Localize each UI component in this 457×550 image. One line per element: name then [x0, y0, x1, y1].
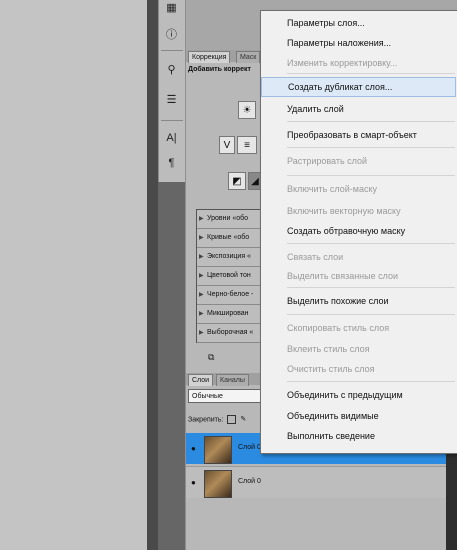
- menu-item: Растрировать слой: [287, 156, 368, 166]
- preset-label: Выборочная «: [207, 329, 254, 336]
- menu-separator: [287, 73, 455, 74]
- preset-label: Черно-белое -: [207, 291, 254, 298]
- tab-layers[interactable]: Слои: [188, 374, 214, 386]
- clipboard-icon[interactable]: ☰: [164, 92, 179, 107]
- toolstrip-empty: [158, 182, 185, 550]
- expand-triangle-icon: ▶: [199, 311, 204, 317]
- menu-item[interactable]: Удалить слой: [261, 99, 456, 119]
- list-item[interactable]: ▶ Выборочная «: [197, 324, 261, 343]
- menu-item[interactable]: Объединить с предыдущим: [261, 385, 456, 405]
- menu-item[interactable]: Параметры слоя...: [261, 13, 456, 33]
- list-item[interactable]: ▶ Экспозиция «: [197, 248, 261, 267]
- adjustments-title: Добавить коррект: [188, 66, 251, 73]
- expand-triangle-icon: ▶: [199, 273, 204, 279]
- paragraph-icon[interactable]: ¶: [164, 155, 179, 170]
- layer-name[interactable]: Слой 0: [238, 478, 261, 485]
- tab-channels[interactable]: Каналы: [216, 374, 249, 386]
- menu-item: Вклеить стиль слоя: [287, 344, 370, 354]
- hue-saturation-icon[interactable]: ≡: [237, 136, 257, 154]
- expand-triangle-icon: ▶: [199, 235, 204, 241]
- menu-separator: [287, 287, 455, 288]
- menu-separator: [287, 147, 455, 148]
- list-item[interactable]: ▶ Черно-белое -: [197, 286, 261, 305]
- menu-separator: [287, 381, 455, 382]
- menu-item[interactable]: Создать обтравочную маску: [261, 221, 456, 241]
- menu-separator: [287, 175, 455, 176]
- usb-icon[interactable]: ⚲: [164, 62, 179, 77]
- tool-separator: [161, 120, 183, 121]
- expand-triangle-icon: ▶: [199, 292, 204, 298]
- info-icon[interactable]: ⓘ: [164, 26, 179, 41]
- expand-triangle-icon: ▶: [199, 330, 204, 336]
- invert-icon[interactable]: ◩: [228, 172, 246, 190]
- adjustment-presets-list: ▶ Уровни «обо ▶ Кривые «обо ▶ Экспозиция « …: [196, 209, 264, 343]
- expand-triangle-icon: ▶: [199, 254, 204, 260]
- layer-thumbnail: [204, 436, 232, 464]
- workspace-divider: [147, 0, 158, 550]
- preset-label: Цветовой тон: [207, 272, 251, 279]
- layer-context-menu: Параметры слоя... Параметры наложения... И…: [260, 10, 457, 454]
- tool-separator: [161, 50, 183, 51]
- menu-item: Включить слой-маску: [287, 184, 377, 194]
- menu-item: Изменить корректировку...: [287, 58, 398, 68]
- menu-item[interactable]: Выделить похожие слои: [261, 291, 456, 311]
- menu-item: Связать слои: [287, 252, 344, 262]
- lock-transparency-checkbox[interactable]: [227, 415, 237, 424]
- menu-separator: [287, 314, 455, 315]
- tab-adjustments[interactable]: Коррекция: [188, 51, 231, 63]
- menu-item: Выделить связанные слои: [287, 271, 399, 281]
- canvas-area: [0, 0, 147, 550]
- eye-icon[interactable]: ●: [191, 478, 199, 487]
- brightness-icon[interactable]: ☀: [238, 101, 256, 119]
- menu-separator: [287, 121, 455, 122]
- menu-item[interactable]: Объединить видимые: [261, 406, 456, 426]
- menu-item[interactable]: Создать дубликат слоя...: [261, 77, 456, 97]
- eye-icon[interactable]: ●: [191, 444, 199, 453]
- lock-row: Закрепить: ✎: [188, 415, 246, 424]
- menu-item: Скопировать стиль слоя: [287, 323, 390, 333]
- preset-label: Кривые «обо: [207, 234, 250, 241]
- layer-row[interactable]: ● Слой 0: [186, 466, 446, 498]
- tab-masks[interactable]: Маск: [236, 51, 261, 63]
- preset-label: Уровни «обо: [207, 215, 249, 222]
- lock-label: Закрепить:: [188, 416, 224, 424]
- menu-item: Очистить стиль слоя: [287, 364, 375, 374]
- list-item[interactable]: ▶ Уровни «обо: [197, 210, 261, 229]
- list-item[interactable]: ▶ Кривые «обо: [197, 229, 261, 248]
- expand-triangle-icon: ▶: [199, 216, 204, 222]
- clip-to-layer-icon[interactable]: ⧉: [208, 352, 214, 363]
- blend-mode-select[interactable]: Обычные: [188, 389, 262, 403]
- image-icon[interactable]: ▦: [164, 0, 179, 15]
- menu-separator: [287, 243, 455, 244]
- list-item[interactable]: ▶ Микширован: [197, 305, 261, 324]
- menu-item[interactable]: Выполнить сведение: [261, 426, 456, 446]
- brush-icon[interactable]: ✎: [240, 416, 246, 423]
- menu-item[interactable]: Параметры наложения...: [261, 33, 456, 53]
- preset-label: Экспозиция «: [207, 253, 251, 260]
- layer-thumbnail: [204, 470, 232, 498]
- vibrance-icon[interactable]: V: [219, 136, 235, 154]
- menu-item: Включить векторную маску: [287, 206, 401, 216]
- text-icon[interactable]: A|: [164, 130, 179, 145]
- menu-item[interactable]: Преобразовать в смарт-объект: [261, 125, 456, 145]
- preset-label: Микширован: [207, 310, 249, 317]
- list-item[interactable]: ▶ Цветовой тон: [197, 267, 261, 286]
